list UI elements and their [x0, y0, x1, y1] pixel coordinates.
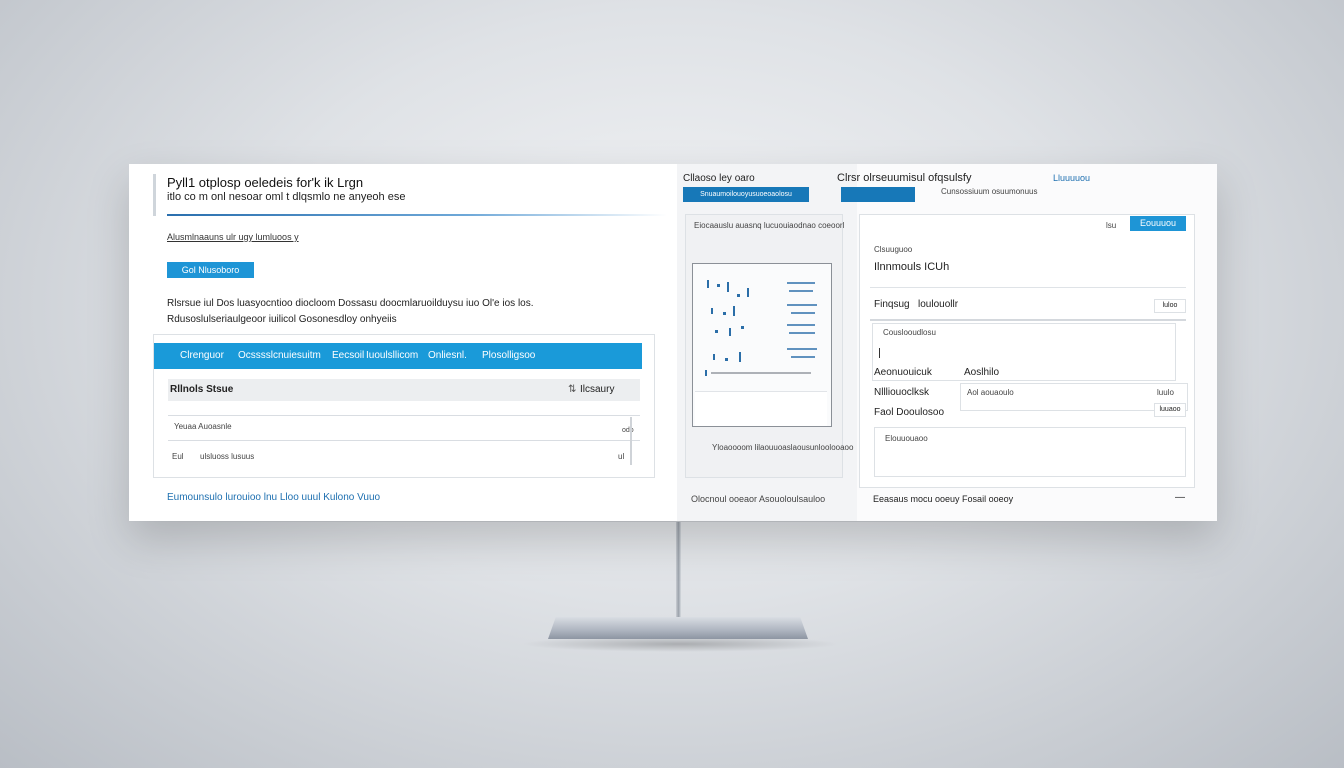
title-accent-bar: [153, 174, 156, 216]
column-title: Rllnols Stsue: [170, 384, 234, 395]
table-header-label: Plosolligsoo: [482, 350, 536, 361]
table-header-label: Clrenguor: [180, 350, 224, 361]
form-label: Aeonuouicuk: [874, 367, 932, 378]
monitor-stand-pole: [676, 521, 681, 621]
row-label: ulsluoss lusuus: [200, 452, 255, 461]
row-right-value: ul: [618, 452, 625, 461]
table-row[interactable]: Eul ulsluoss lusuus ul: [168, 443, 640, 465]
breadcrumb[interactable]: Alusmlnaauns ulr ugy lumluoos y: [167, 232, 299, 242]
section-1-label: Clsuuguoo: [874, 245, 913, 254]
row-1-value: loulouollr: [918, 299, 959, 310]
page-subtitle: itlo co m onl nesoar oml t dlqsmlo ne an…: [167, 191, 406, 203]
notes-textarea[interactable]: Elouuouaoo: [874, 427, 1186, 477]
form-input-button[interactable]: luulo: [1157, 388, 1174, 397]
textarea-label: Couslooudlosu: [883, 328, 936, 337]
monitor-stand-base: [548, 617, 808, 639]
preview-footer: [695, 391, 827, 426]
middle-panel: Cllaoso ley oaro Snuaumoilouoyusuoeoaolo…: [677, 164, 857, 521]
monitor-screen: Pyll1 otplosp oeledeis for'k ik Lrgn itl…: [129, 164, 1217, 521]
table-column-header: Rllnols Stsue ⇅ Ilcsaury: [168, 379, 640, 401]
right-header-button[interactable]: [841, 187, 915, 202]
column-right-title: Ilcsaury: [580, 384, 615, 395]
document-thumbnail-icon: [705, 280, 817, 376]
row-1-button[interactable]: luloo: [1154, 299, 1186, 313]
table-header-label: Eecsoil: [332, 350, 365, 361]
preview-header: Eiocaauslu auasnq lucuouiaodnao coeoorl: [694, 221, 845, 230]
form-value: Aoslhilo: [964, 367, 1000, 378]
table-header-label: Onliesnl.: [428, 350, 467, 361]
middle-tab-label[interactable]: Cllaoso ley oaro: [683, 173, 755, 184]
minimize-icon[interactable]: —: [1175, 492, 1185, 503]
preview-caption: Yloaoooom lilaouuoaslaousunloolooaoo: [712, 443, 854, 452]
table-header-label: Ocsssslcnuiesuitm: [238, 350, 321, 361]
table-scrollbar[interactable]: [630, 417, 632, 465]
top-button[interactable]: Eouuuou: [1130, 216, 1186, 231]
form-input-text: Aol aouaoulo: [967, 388, 1014, 397]
form-card: lsu Eouuuou Clsuuguoo Ilnnmouls ICUh Fin…: [859, 214, 1195, 488]
page-title: Pyll1 otplosp oeledeis for'k ik Lrgn: [167, 175, 364, 190]
section-1: Clsuuguoo Ilnnmouls ICUh: [870, 239, 1186, 288]
middle-tab-button[interactable]: Snuaumoilouoyusuoeoaolosu: [683, 187, 809, 202]
right-header-title: Clrsr olrseuumisul ofqsulsfy: [837, 172, 972, 184]
description-line-2: Rdusoslulseriaulgeoor iuilicol Gosonesdl…: [167, 314, 397, 325]
right-header-sub: Cunsossiuum osuumonuus: [941, 187, 1038, 196]
row-icon: Eul: [172, 452, 184, 461]
table-header-bar: Clrenguor Ocsssslcnuiesuitm Eecsoil Iuou…: [154, 343, 642, 369]
sort-icon[interactable]: ⇅: [568, 384, 576, 395]
row-1[interactable]: Finqsug loulouollr luloo: [870, 295, 1186, 321]
description-line-1: Rlsrsue iul Dos luasyocntioo diocloom Do…: [167, 298, 534, 309]
section-1-value: Ilnnmouls ICUh: [874, 261, 950, 273]
top-small-label: lsu: [1106, 221, 1117, 230]
primary-action-button[interactable]: Gol Nlusoboro: [167, 262, 254, 278]
notes-label: Elouuouaoo: [885, 434, 928, 443]
row-divider: [168, 440, 640, 441]
text-cursor: [879, 348, 880, 358]
form-secondary-button[interactable]: luuaoo: [1154, 403, 1186, 417]
row-1-label: Finqsug: [874, 299, 910, 310]
data-table: Clrenguor Ocsssslcnuiesuitm Eecsoil Iuou…: [153, 334, 655, 478]
form-label: Nllliouoclksk: [874, 387, 930, 398]
row-divider: [168, 415, 640, 416]
middle-footer: Olocnoul ooeaor Asouoloulsauloo: [691, 494, 826, 504]
table-row[interactable]: Yeuaa Auoasnle odo: [168, 417, 640, 439]
footer-link[interactable]: Eumounsulo lurouioo lnu Lloo uuul Kulono…: [167, 492, 380, 503]
document-preview[interactable]: [692, 263, 832, 427]
row-label: Yeuaa Auoasnle: [174, 422, 232, 431]
title-underline: [167, 214, 667, 216]
right-panel: Clrsr olrseuumisul ofqsulsfy Cunsossiuum…: [837, 164, 1217, 521]
right-header-link[interactable]: Lluuuuou: [1053, 173, 1090, 183]
table-header-label: Iuoulsllicom: [366, 350, 419, 361]
preview-card: Eiocaauslu auasnq lucuouiaodnao coeoorl: [685, 214, 853, 478]
form-label: Faol Dooulosoo: [874, 407, 945, 418]
left-panel: Pyll1 otplosp oeledeis for'k ik Lrgn itl…: [129, 164, 677, 521]
right-footer-text: Eeasaus mocu ooeuy Fosail ooeoy: [873, 494, 1014, 504]
